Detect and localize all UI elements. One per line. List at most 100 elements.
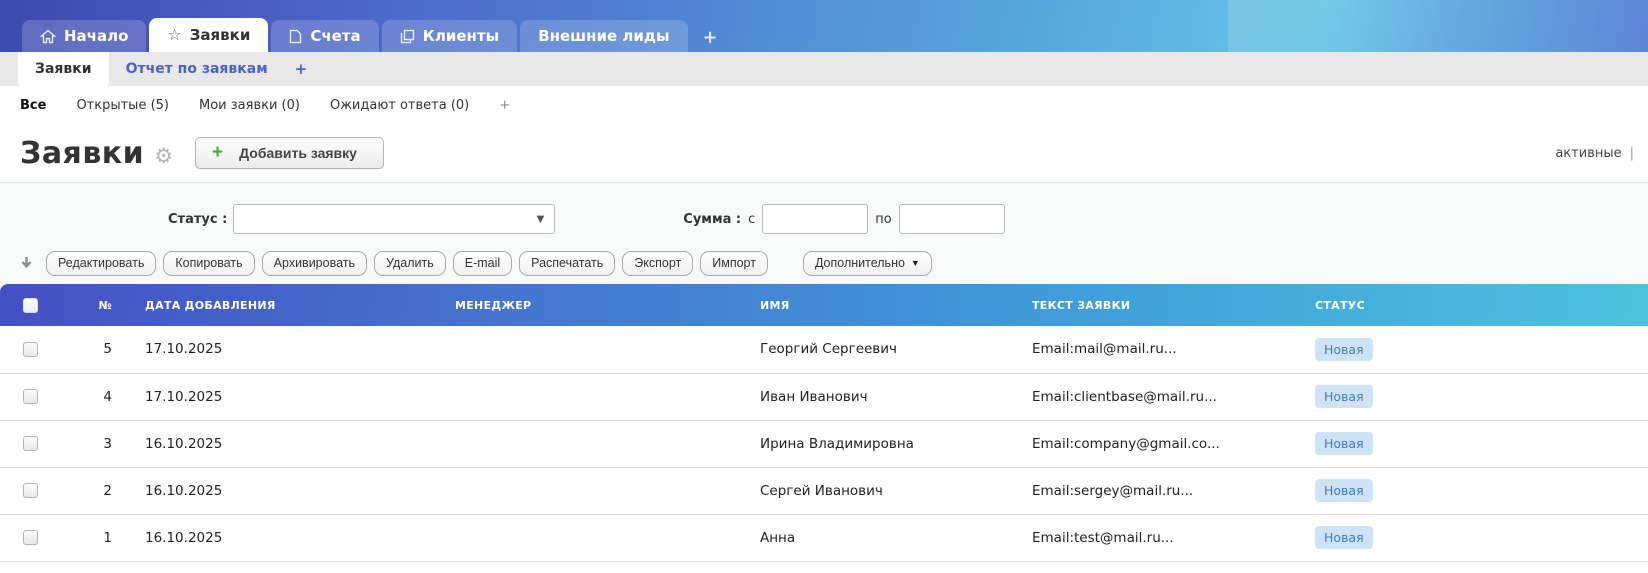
- row-checkbox[interactable]: [23, 389, 38, 404]
- view-my[interactable]: Мои заявки (0): [199, 98, 300, 113]
- cell-date: 16.10.2025: [120, 467, 430, 514]
- sum-to-label: по: [875, 212, 891, 227]
- chevron-down-icon: ▼: [537, 214, 545, 225]
- actions-toolbar: Редактировать Копировать Архивировать Уд…: [0, 242, 1648, 284]
- page-title: Заявки: [20, 136, 144, 171]
- sum-from-label: с: [748, 212, 755, 227]
- cell-request-text: Email:test@mail.ru...: [1007, 514, 1290, 561]
- cell-name: Сергей Иванович: [735, 467, 1007, 514]
- view-filter-bar: Все Открытые (5) Мои заявки (0) Ожидают …: [0, 86, 1648, 124]
- cell-name: Анна: [735, 514, 1007, 561]
- status-badge[interactable]: Новая: [1315, 338, 1373, 361]
- tab-external-leads[interactable]: Внешние лиды: [520, 20, 687, 52]
- home-icon: [40, 29, 56, 44]
- column-status[interactable]: СТАТУС: [1290, 284, 1648, 326]
- table-row[interactable]: 2 16.10.2025 Сергей Иванович Email:serge…: [0, 467, 1648, 514]
- add-view-button[interactable]: +: [499, 98, 510, 113]
- status-filter-label: Статус :: [168, 212, 227, 227]
- cell-number: 1: [60, 514, 120, 561]
- column-request-text[interactable]: ТЕКСТ ЗАЯВКИ: [1007, 284, 1290, 326]
- tab-clients[interactable]: Клиенты: [382, 20, 518, 52]
- email-button[interactable]: E-mail: [453, 251, 512, 276]
- copy-icon: [400, 29, 415, 44]
- table-row[interactable]: 5 17.10.2025 Георгий Сергеевич Email:mai…: [0, 326, 1648, 373]
- cell-request-text: Email:mail@mail.ru...: [1007, 326, 1290, 373]
- tab-label: Счета: [310, 27, 360, 45]
- collapse-arrow-icon[interactable]: [20, 256, 33, 270]
- add-request-button[interactable]: + Добавить заявку: [195, 137, 384, 169]
- cell-request-text: Email:clientbase@mail.ru...: [1007, 373, 1290, 420]
- chevron-down-icon: ▼: [911, 258, 920, 268]
- table-row[interactable]: 3 16.10.2025 Ирина Владимировна Email:co…: [0, 420, 1648, 467]
- row-checkbox[interactable]: [23, 530, 38, 545]
- star-icon: ☆: [167, 27, 181, 43]
- status-badge[interactable]: Новая: [1315, 432, 1373, 455]
- subtab-label: Заявки: [35, 61, 92, 77]
- cell-manager: [430, 467, 735, 514]
- table-row[interactable]: 1 16.10.2025 Анна Email:test@mail.ru... …: [0, 514, 1648, 561]
- cell-name: Ирина Владимировна: [735, 420, 1007, 467]
- tab-home[interactable]: Начало: [22, 20, 146, 52]
- more-actions-button[interactable]: Дополнительно ▼: [803, 251, 932, 276]
- cell-request-text: Email:sergey@mail.ru...: [1007, 467, 1290, 514]
- edit-button[interactable]: Редактировать: [46, 251, 156, 276]
- title-row: Заявки ⚙ + Добавить заявку активные |: [0, 124, 1648, 182]
- view-awaiting[interactable]: Ожидают ответа (0): [330, 98, 469, 113]
- cell-date: 16.10.2025: [120, 420, 430, 467]
- archive-separator: |: [1630, 146, 1634, 161]
- add-request-label: Добавить заявку: [239, 145, 357, 161]
- column-date-added[interactable]: ДАТА ДОБАВЛЕНИЯ: [120, 284, 430, 326]
- add-tab-button[interactable]: +: [691, 27, 730, 52]
- column-manager[interactable]: МЕНЕДЖЕР: [430, 284, 735, 326]
- cell-date: 16.10.2025: [120, 514, 430, 561]
- tab-label: Внешние лиды: [538, 27, 669, 45]
- filter-panel: Статус : ▼ Сумма : с по Редактировать Ко…: [0, 182, 1648, 284]
- view-all[interactable]: Все: [20, 98, 46, 113]
- sum-to-input[interactable]: [899, 204, 1005, 234]
- tab-label: Начало: [64, 27, 128, 45]
- table-header-row: № ДАТА ДОБАВЛЕНИЯ МЕНЕДЖЕР ИМЯ ТЕКСТ ЗАЯ…: [0, 284, 1648, 326]
- plus-icon: +: [212, 142, 223, 164]
- archive-toggle: активные |: [1555, 146, 1634, 161]
- table-row[interactable]: 4 17.10.2025 Иван Иванович Email:clientb…: [0, 373, 1648, 420]
- row-checkbox[interactable]: [23, 342, 38, 357]
- row-checkbox[interactable]: [23, 483, 38, 498]
- copy-button[interactable]: Копировать: [163, 251, 254, 276]
- tab-label: Клиенты: [423, 27, 500, 45]
- view-open[interactable]: Открытые (5): [76, 98, 169, 113]
- cell-name: Иван Иванович: [735, 373, 1007, 420]
- gear-icon[interactable]: ⚙: [154, 144, 173, 168]
- print-button[interactable]: Распечатать: [519, 251, 615, 276]
- active-records-link[interactable]: активные: [1555, 146, 1621, 161]
- add-subtab-button[interactable]: +: [285, 52, 318, 86]
- subtab-report[interactable]: Отчет по заявкам: [109, 52, 285, 86]
- filter-row: Статус : ▼ Сумма : с по: [0, 196, 1648, 242]
- status-select[interactable]: ▼: [233, 204, 555, 234]
- import-button[interactable]: Импорт: [700, 251, 768, 276]
- subtab-requests[interactable]: Заявки: [18, 52, 109, 86]
- cell-date: 17.10.2025: [120, 326, 430, 373]
- delete-button[interactable]: Удалить: [374, 251, 446, 276]
- column-number[interactable]: №: [60, 284, 120, 326]
- cell-manager: [430, 326, 735, 373]
- status-badge[interactable]: Новая: [1315, 385, 1373, 408]
- archive-button[interactable]: Архивировать: [262, 251, 367, 276]
- sum-from-input[interactable]: [762, 204, 868, 234]
- status-badge[interactable]: Новая: [1315, 479, 1373, 502]
- requests-table: № ДАТА ДОБАВЛЕНИЯ МЕНЕДЖЕР ИМЯ ТЕКСТ ЗАЯ…: [0, 284, 1648, 562]
- cell-number: 5: [60, 326, 120, 373]
- export-button[interactable]: Экспорт: [622, 251, 693, 276]
- page-icon: [289, 29, 302, 44]
- cell-number: 3: [60, 420, 120, 467]
- tab-invoices[interactable]: Счета: [271, 20, 378, 52]
- cell-manager: [430, 420, 735, 467]
- tab-requests[interactable]: ☆ Заявки: [149, 18, 268, 52]
- row-checkbox[interactable]: [23, 436, 38, 451]
- cell-number: 2: [60, 467, 120, 514]
- sub-tab-bar: Заявки Отчет по заявкам +: [0, 52, 1648, 86]
- cell-manager: [430, 514, 735, 561]
- select-all-checkbox[interactable]: [23, 298, 38, 313]
- subtab-label: Отчет по заявкам: [126, 61, 268, 77]
- status-badge[interactable]: Новая: [1315, 526, 1373, 549]
- column-name[interactable]: ИМЯ: [735, 284, 1007, 326]
